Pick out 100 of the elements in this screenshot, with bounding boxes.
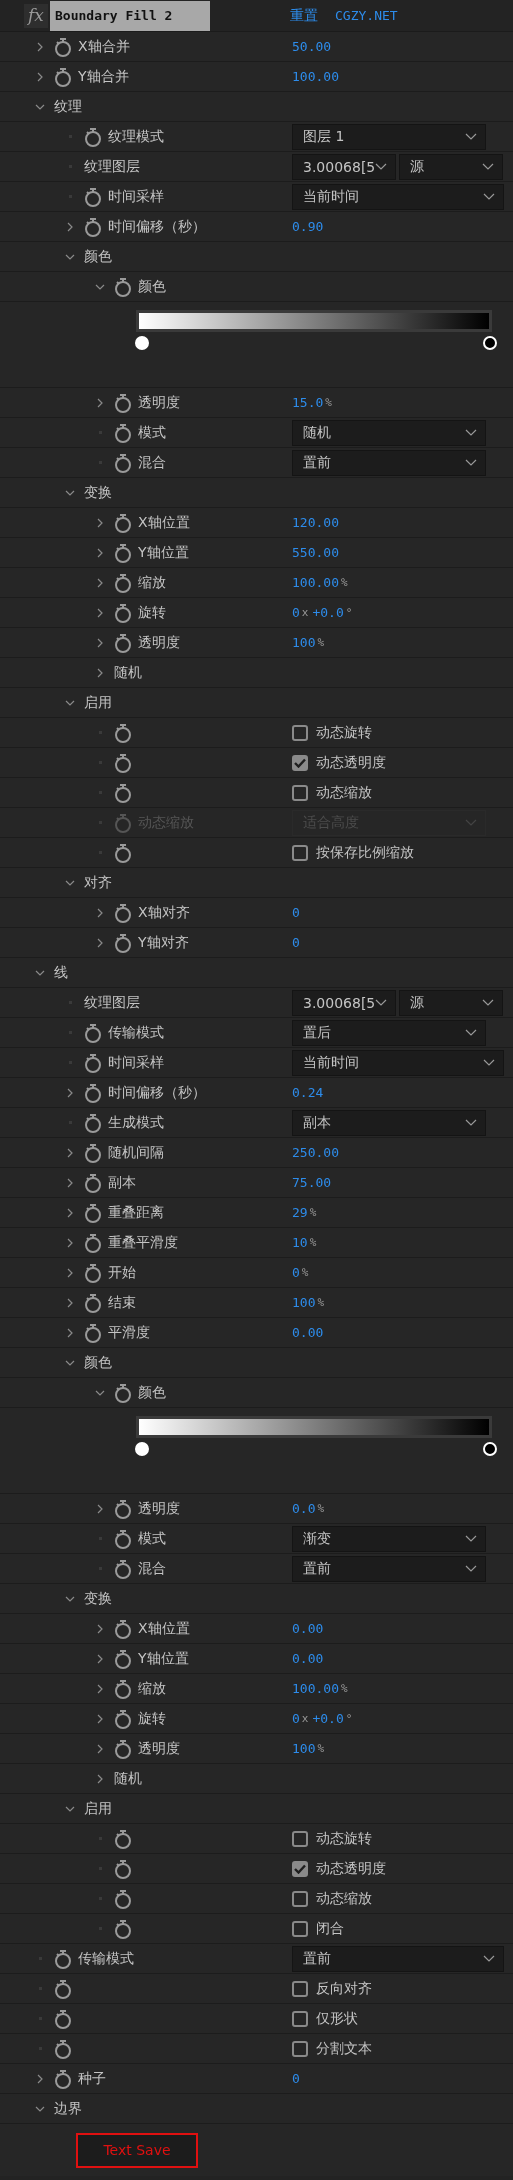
chevron-icon[interactable]	[95, 1623, 105, 1634]
stopwatch-icon[interactable]	[84, 1202, 102, 1223]
value-field[interactable]: 250.00	[292, 1145, 339, 1160]
stopwatch-icon[interactable]	[114, 452, 132, 473]
checkbox[interactable]	[292, 1890, 308, 1907]
stopwatch-icon[interactable]	[114, 1498, 132, 1519]
chevron-icon[interactable]	[95, 1503, 105, 1514]
chevron-icon[interactable]	[95, 517, 105, 528]
save-button[interactable]: Text Save	[76, 2132, 198, 2168]
value-field[interactable]: 0	[292, 2071, 300, 2086]
value-field[interactable]: 100.00	[292, 575, 339, 590]
chevron-icon[interactable]	[65, 1207, 75, 1218]
dropdown[interactable]: 图层 1	[292, 123, 486, 150]
chevron-icon[interactable]	[65, 1147, 75, 1158]
dropdown[interactable]: 3.00068[5	[292, 989, 396, 1016]
group-label[interactable]: 随机	[114, 663, 142, 682]
checkbox[interactable]	[292, 1980, 308, 1997]
stopwatch-icon[interactable]	[114, 1558, 132, 1579]
stopwatch-icon[interactable]	[54, 2038, 72, 2059]
stopwatch-icon[interactable]	[114, 1918, 132, 1939]
dropdown[interactable]: 副本	[292, 1109, 486, 1136]
stopwatch-icon[interactable]	[114, 932, 132, 953]
stopwatch-icon[interactable]	[114, 902, 132, 923]
value-field[interactable]: 0	[292, 1265, 300, 1280]
dropdown[interactable]: 当前时间	[292, 183, 504, 210]
chevron-icon[interactable]	[95, 397, 105, 408]
chevron-icon[interactable]	[65, 1087, 75, 1098]
value-field[interactable]: 0	[292, 905, 300, 920]
value-field[interactable]: 100	[292, 1741, 316, 1756]
checkbox[interactable]	[292, 724, 308, 741]
value-field[interactable]: +0.0	[312, 1711, 344, 1726]
stopwatch-icon[interactable]	[84, 1262, 102, 1283]
stopwatch-icon[interactable]	[114, 1648, 132, 1669]
stopwatch-icon[interactable]	[84, 1172, 102, 1193]
value-field[interactable]: 100.00	[292, 69, 339, 84]
value-field[interactable]: 0.00	[292, 1325, 324, 1340]
stopwatch-icon[interactable]	[54, 36, 72, 57]
stopwatch-icon[interactable]	[114, 392, 132, 413]
stopwatch-icon[interactable]	[54, 66, 72, 87]
checkbox[interactable]	[292, 2010, 308, 2027]
reset-link[interactable]: 重置	[290, 6, 318, 25]
value-field[interactable]: +0.0	[312, 605, 344, 620]
stopwatch-icon[interactable]	[114, 1888, 132, 1909]
group-label[interactable]: 颜色	[84, 247, 112, 266]
stopwatch-icon[interactable]	[114, 842, 132, 863]
checkbox[interactable]	[292, 1830, 308, 1847]
dropdown[interactable]: 置前	[292, 1945, 504, 1972]
dropdown[interactable]: 当前时间	[292, 1049, 504, 1076]
value-field[interactable]: 100	[292, 635, 316, 650]
stopwatch-icon[interactable]	[84, 1232, 102, 1253]
value-field[interactable]: 120.00	[292, 515, 339, 530]
checkbox[interactable]	[292, 1920, 308, 1937]
group-label[interactable]: 颜色	[84, 1353, 112, 1372]
value-field[interactable]: 100	[292, 1295, 316, 1310]
stopwatch-icon[interactable]	[114, 1828, 132, 1849]
chevron-icon[interactable]	[95, 637, 105, 648]
chevron-icon[interactable]	[35, 2073, 45, 2084]
chevron-icon[interactable]	[95, 1773, 105, 1784]
stopwatch-icon[interactable]	[84, 1082, 102, 1103]
stopwatch-icon[interactable]	[114, 1708, 132, 1729]
value-field[interactable]: 0	[292, 935, 300, 950]
stopwatch-icon[interactable]	[84, 1292, 102, 1313]
stopwatch-icon[interactable]	[114, 602, 132, 623]
chevron-icon[interactable]	[35, 41, 45, 52]
gradient-bar[interactable]	[136, 310, 492, 332]
checkbox[interactable]	[292, 844, 308, 861]
color-stop[interactable]	[135, 1442, 149, 1456]
chevron-icon[interactable]	[95, 1743, 105, 1754]
chevron-icon[interactable]	[65, 1267, 75, 1278]
chevron-icon[interactable]	[65, 1327, 75, 1338]
stopwatch-icon[interactable]	[114, 1858, 132, 1879]
stopwatch-icon[interactable]	[114, 722, 132, 743]
value-field[interactable]: 15.0	[292, 395, 324, 410]
chevron-icon[interactable]	[35, 71, 45, 82]
value-field[interactable]: 100.00	[292, 1681, 339, 1696]
group-label[interactable]: 纹理	[54, 97, 82, 116]
chevron-icon[interactable]	[65, 1297, 75, 1308]
stopwatch-icon[interactable]	[84, 1112, 102, 1133]
chevron-icon[interactable]	[95, 667, 105, 678]
value-field[interactable]: 0.24	[292, 1085, 324, 1100]
dropdown[interactable]: 3.00068[5	[292, 153, 396, 180]
stopwatch-icon[interactable]	[114, 752, 132, 773]
value-field[interactable]: 0	[292, 1711, 300, 1726]
value-field[interactable]: 75.00	[292, 1175, 332, 1190]
gradient-bar[interactable]	[136, 1416, 492, 1438]
stopwatch-icon[interactable]	[84, 126, 102, 147]
stopwatch-icon[interactable]	[114, 276, 132, 297]
stopwatch-icon[interactable]	[54, 2008, 72, 2029]
stopwatch-icon[interactable]	[84, 186, 102, 207]
dropdown[interactable]: 随机	[292, 419, 486, 446]
group-label[interactable]: 线	[54, 963, 68, 982]
value-field[interactable]: 0.00	[292, 1621, 324, 1636]
chevron-icon[interactable]	[95, 1683, 105, 1694]
dropdown[interactable]: 置前	[292, 449, 486, 476]
group-label[interactable]: 随机	[114, 1769, 142, 1788]
stopwatch-icon[interactable]	[114, 1678, 132, 1699]
dropdown[interactable]: 置前	[292, 1555, 486, 1582]
chevron-icon[interactable]	[95, 547, 105, 558]
dropdown[interactable]: 源	[399, 153, 503, 180]
color-stop[interactable]	[483, 1442, 497, 1456]
